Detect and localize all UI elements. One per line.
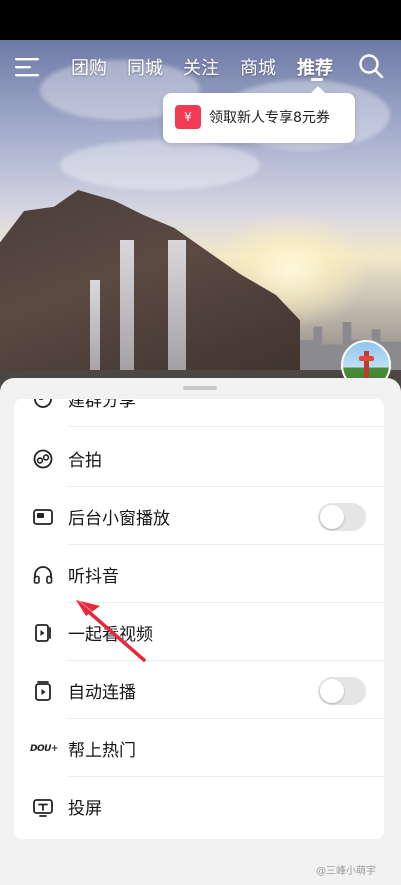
avatar-tower-top: [359, 356, 374, 361]
menu-icon[interactable]: [14, 56, 40, 78]
mini-window-icon: [33, 509, 53, 525]
autoplay-icon: [35, 681, 51, 701]
menu-item-label: 合拍: [68, 451, 102, 471]
annotation-arrow: [76, 599, 149, 662]
tab-mall[interactable]: 商城: [240, 54, 276, 80]
tab-local[interactable]: 同城: [127, 54, 163, 80]
menu-item-label: 建群分享: [68, 399, 136, 411]
search-icon[interactable]: [358, 53, 384, 79]
duet-icon: [33, 449, 53, 469]
mini-window-toggle[interactable]: [318, 503, 366, 531]
menu-item-mini-window[interactable]: 后台小窗播放: [14, 487, 384, 545]
group-share-icon: [34, 399, 52, 408]
tab-group-buy[interactable]: 团购: [71, 54, 107, 80]
menu-item-label: 投屏: [68, 799, 102, 819]
coupon-popup[interactable]: ¥ 领取新人专享8元券: [163, 86, 355, 143]
cloud: [60, 140, 260, 190]
menu-item-label: 自动连播: [68, 683, 136, 703]
watch-together-icon: [35, 624, 51, 642]
menu-item-group-share[interactable]: 建群分享: [14, 399, 384, 427]
autoplay-toggle[interactable]: [318, 677, 366, 705]
toggle-knob: [320, 505, 344, 529]
menu-item-duet[interactable]: 合拍: [14, 429, 384, 487]
toggle-knob: [320, 679, 344, 703]
waterfall: [120, 240, 134, 390]
sheet-grabber[interactable]: [183, 386, 217, 390]
menu-item-label: 后台小窗播放: [68, 509, 170, 529]
tab-recommend[interactable]: 推荐: [297, 54, 333, 80]
watermark: @三峰小萌宇: [316, 866, 376, 877]
active-tab-indicator: [311, 78, 323, 81]
waterfall: [168, 240, 186, 390]
menu-item-label: 听抖音: [68, 567, 119, 587]
status-bar: [0, 0, 401, 40]
top-nav: 团购 同城 关注 商城 推荐: [0, 48, 401, 88]
menu-item-cast[interactable]: 投屏: [14, 777, 384, 835]
cast-tv-icon: [33, 799, 53, 817]
more-options-sheet: 建群分享 合拍 后台小窗播放 听抖音 一起看视频 自动连播 DOU+ 帮上热门 …: [0, 378, 401, 885]
menu-item-dou-plus[interactable]: DOU+ 帮上热门: [14, 719, 384, 777]
menu-item-autoplay[interactable]: 自动连播: [14, 661, 384, 719]
dou-plus-icon: DOU+: [30, 744, 58, 754]
coupon-icon: ¥: [175, 105, 201, 129]
headphones-icon: [33, 566, 53, 584]
divider: [68, 426, 384, 427]
tab-following[interactable]: 关注: [183, 54, 219, 80]
coupon-text: 领取新人专享8元券: [209, 110, 330, 126]
menu-item-label: 帮上热门: [68, 741, 136, 761]
